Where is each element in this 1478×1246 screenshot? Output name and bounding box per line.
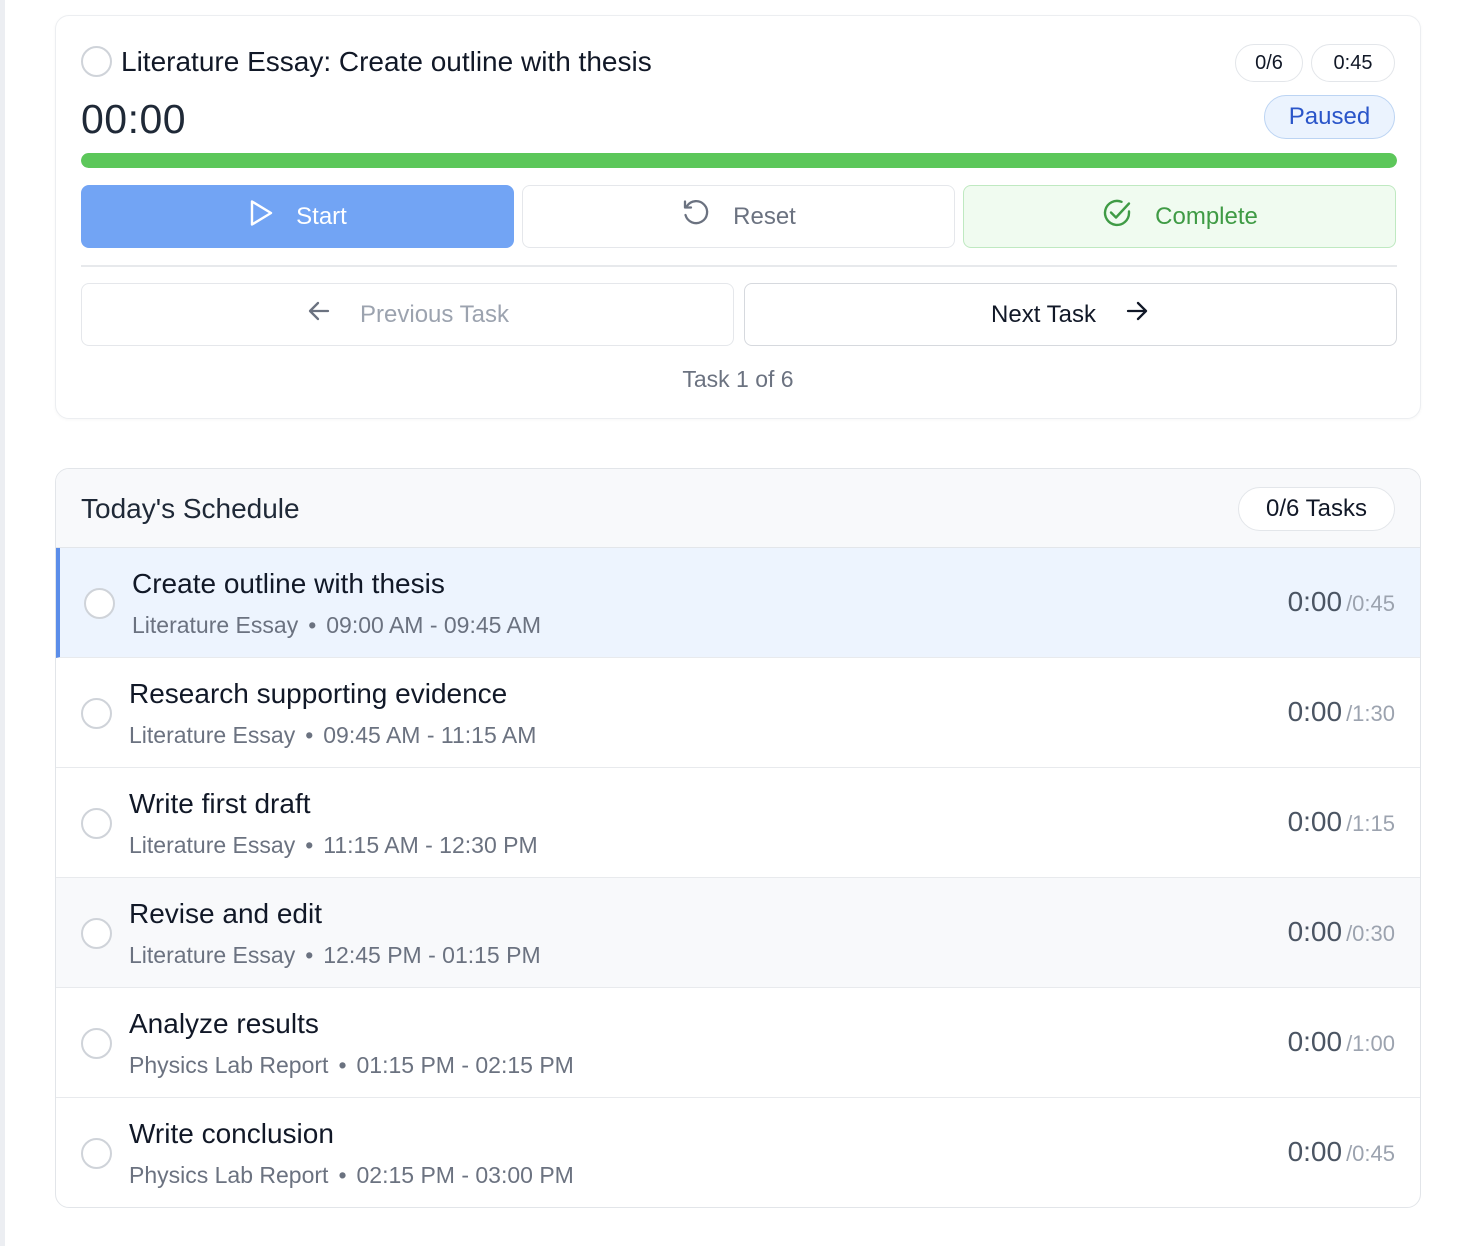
task-time-range: 11:15 AM - 12:30 PM bbox=[323, 832, 538, 858]
next-task-label: Next Task bbox=[991, 300, 1096, 328]
task-time-range: 02:15 PM - 03:00 PM bbox=[356, 1162, 574, 1188]
task-elapsed: 0:00 bbox=[1287, 586, 1343, 617]
arrow-right-icon bbox=[1124, 298, 1150, 331]
task-total: /0:45 bbox=[1346, 591, 1395, 616]
task-title: Write conclusion bbox=[129, 1118, 334, 1149]
divider bbox=[81, 265, 1397, 267]
task-project: Literature Essay bbox=[129, 942, 296, 968]
task-timer: 0:00/1:30 bbox=[1288, 696, 1395, 728]
task-counter: Task 1 of 6 bbox=[682, 366, 794, 392]
schedule-row[interactable]: Analyze results Physics Lab Report • 01:15… bbox=[56, 988, 1420, 1098]
previous-task-label: Previous Task bbox=[360, 300, 509, 328]
task-duration-badge: 0:45 bbox=[1311, 44, 1395, 82]
schedule-row[interactable]: Write conclusion Physics Lab Report • 02:1… bbox=[56, 1098, 1420, 1207]
task-timer: 0:00/0:30 bbox=[1288, 916, 1395, 948]
task-meta: Literature Essay • 12:45 PM - 01:15 PM bbox=[129, 942, 541, 969]
page-left-border bbox=[0, 0, 5, 1246]
task-total: /1:00 bbox=[1346, 1031, 1395, 1056]
task-timer: 0:00/1:00 bbox=[1288, 1026, 1395, 1058]
task-project: Literature Essay bbox=[129, 722, 296, 748]
progress-bar-fill bbox=[81, 153, 1397, 168]
task-timer: 0:00/0:45 bbox=[1288, 586, 1395, 618]
task-project: Literature Essay bbox=[129, 832, 296, 858]
task-total: /1:30 bbox=[1346, 701, 1395, 726]
task-total: /0:45 bbox=[1346, 1141, 1395, 1166]
task-progress-badge: 0/6 bbox=[1235, 44, 1303, 82]
task-project: Literature Essay bbox=[132, 612, 299, 638]
tasks-count-badge: 0/6 Tasks bbox=[1238, 487, 1395, 531]
task-title: Write first draft bbox=[129, 788, 311, 819]
task-project: Physics Lab Report bbox=[129, 1162, 329, 1188]
task-title: Research supporting evidence bbox=[129, 678, 508, 709]
start-button[interactable]: Start bbox=[81, 185, 514, 248]
separator-dot: • bbox=[308, 612, 317, 638]
current-task-title: Literature Essay: Create outline with th… bbox=[121, 46, 652, 77]
reset-button[interactable]: Reset bbox=[522, 185, 955, 248]
arrow-left-icon bbox=[306, 298, 332, 331]
task-checkbox[interactable] bbox=[81, 808, 112, 839]
complete-button-label: Complete bbox=[1155, 202, 1258, 230]
task-total: /1:15 bbox=[1346, 811, 1395, 836]
schedule-row[interactable]: Research supporting evidence Literature … bbox=[56, 658, 1420, 768]
separator-dot: • bbox=[305, 942, 314, 968]
task-timer: 0:00/0:45 bbox=[1288, 1136, 1395, 1168]
separator-dot: • bbox=[338, 1052, 347, 1078]
task-title: Create outline with thesis bbox=[132, 568, 445, 599]
task-elapsed: 0:00 bbox=[1287, 806, 1343, 837]
current-task-card: Literature Essay: Create outline with th… bbox=[55, 15, 1421, 419]
task-elapsed: 0:00 bbox=[1287, 1136, 1343, 1167]
task-meta: Literature Essay • 09:00 AM - 09:45 AM bbox=[132, 612, 541, 639]
task-elapsed: 0:00 bbox=[1287, 916, 1343, 947]
task-time-range: 09:45 AM - 11:15 AM bbox=[323, 722, 537, 748]
schedule-row[interactable]: Create outline with thesis Literature Es… bbox=[56, 548, 1420, 658]
separator-dot: • bbox=[305, 832, 314, 858]
task-elapsed: 0:00 bbox=[1287, 696, 1343, 727]
task-time-range: 01:15 PM - 02:15 PM bbox=[356, 1052, 574, 1078]
start-button-label: Start bbox=[296, 202, 347, 230]
task-meta: Physics Lab Report • 02:15 PM - 03:00 PM bbox=[129, 1162, 574, 1189]
task-checkbox[interactable] bbox=[81, 698, 112, 729]
task-meta: Literature Essay • 11:15 AM - 12:30 PM bbox=[129, 832, 538, 859]
separator-dot: • bbox=[305, 722, 314, 748]
task-project: Physics Lab Report bbox=[129, 1052, 329, 1078]
reset-button-label: Reset bbox=[733, 202, 796, 230]
task-time-range: 09:00 AM - 09:45 AM bbox=[326, 612, 542, 638]
task-time-range: 12:45 PM - 01:15 PM bbox=[323, 942, 541, 968]
task-timer: 0:00/1:15 bbox=[1288, 806, 1395, 838]
play-icon bbox=[248, 199, 274, 234]
schedule-header: Today's Schedule 0/6 Tasks bbox=[56, 469, 1420, 548]
task-checkbox[interactable] bbox=[81, 1138, 112, 1169]
task-total: /0:30 bbox=[1346, 921, 1395, 946]
progress-bar bbox=[81, 153, 1397, 168]
schedule-row[interactable]: Revise and edit Literature Essay • 12:45 P… bbox=[56, 878, 1420, 988]
schedule-row[interactable]: Write first draft Literature Essay • 11:15… bbox=[56, 768, 1420, 878]
task-checkbox[interactable] bbox=[84, 588, 115, 619]
task-meta: Physics Lab Report • 01:15 PM - 02:15 PM bbox=[129, 1052, 574, 1079]
task-elapsed: 0:00 bbox=[1287, 1026, 1343, 1057]
schedule-card: Today's Schedule 0/6 Tasks Create outlin… bbox=[55, 468, 1421, 1208]
status-badge: Paused bbox=[1264, 95, 1395, 139]
check-circle-icon bbox=[1101, 197, 1133, 236]
next-task-button[interactable]: Next Task bbox=[744, 283, 1397, 346]
schedule-title: Today's Schedule bbox=[81, 493, 300, 524]
task-title: Analyze results bbox=[129, 1008, 319, 1039]
separator-dot: • bbox=[338, 1162, 347, 1188]
rotate-ccw-icon bbox=[681, 198, 711, 235]
task-checkbox[interactable] bbox=[81, 1028, 112, 1059]
current-task-header: Literature Essay: Create outline with th… bbox=[81, 44, 1395, 82]
task-title: Revise and edit bbox=[129, 898, 323, 929]
complete-button[interactable]: Complete bbox=[963, 185, 1396, 248]
previous-task-button[interactable]: Previous Task bbox=[81, 283, 734, 346]
current-task-checkbox[interactable] bbox=[81, 46, 112, 77]
task-checkbox[interactable] bbox=[81, 918, 112, 949]
elapsed-timer: 00:00 bbox=[81, 96, 187, 142]
task-meta: Literature Essay • 09:45 AM - 11:15 AM bbox=[129, 722, 536, 749]
schedule-list: Create outline with thesis Literature Es… bbox=[56, 548, 1420, 1207]
